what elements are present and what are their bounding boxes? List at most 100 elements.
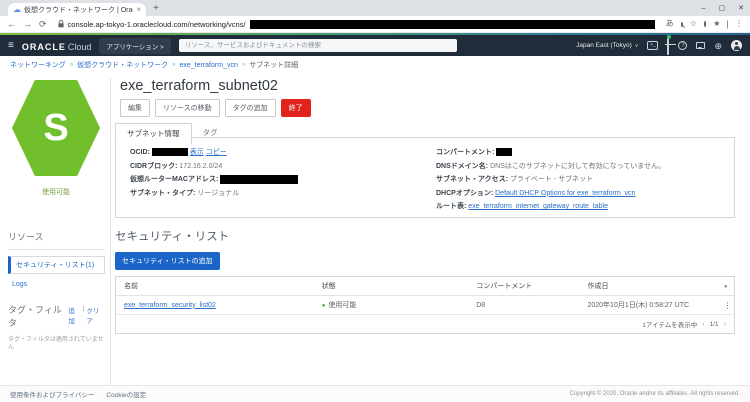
header-created[interactable]: 作成日 [579,277,715,295]
sort-caret-icon[interactable]: ▼ [715,280,734,293]
row-menu-icon[interactable]: ⋮ [715,297,734,314]
add-security-list-button[interactable]: セキュリティ・リストの追加 [115,252,220,270]
brand-cloud: Cloud [68,42,92,52]
sidebar-divider [110,78,111,385]
entity-icon-block: S 使用可能 [11,80,101,197]
details-left-column: OCID: 表示 コピー CIDRブロック: 172.16.2.0/24 仮想ル… [130,146,426,209]
oci-top-nav: ≡ ORACLECloud アプリケーション > Japan East (Tok… [0,35,750,56]
table-row: exe_terraform_security_list02 ●使用可能 D8 2… [116,296,734,315]
language-globe-icon[interactable]: ⊕ [714,41,722,51]
move-resource-button[interactable]: リソースの移動 [155,99,220,117]
header-name[interactable]: 名前 [116,277,314,295]
back-icon[interactable]: ← [7,20,16,29]
page-next-icon[interactable]: › [724,321,726,328]
hexagon-letter: S [43,107,68,150]
url-field[interactable]: console.ap-tokyo-1.oraclecloud.com/netwo… [54,18,659,31]
add-tags-button[interactable]: タグの追加 [225,99,276,117]
resources-sidebar: リソース セキュリティ・リスト(1) Logs タグ・フィルタ 追加 | クリア… [8,230,105,352]
breadcrumb-vcn[interactable]: exe_terraform_vcn [179,62,237,69]
pinned-extension-icon[interactable]: ★ [713,19,720,29]
edit-button[interactable]: 編集 [120,99,150,117]
tab-subnet-info[interactable]: サブネット情報 [115,123,192,144]
tag-clear-link[interactable]: クリア [86,305,105,325]
hamburger-menu-icon[interactable]: ≡ [8,41,14,51]
bookmark-star-icon[interactable]: ☆ [690,19,697,29]
ocid-row: OCID: 表示 コピー [130,146,426,160]
terms-privacy-link[interactable]: 使用条件およびプライバシー [10,389,94,399]
window-controls: – ▢ ✕ [702,0,744,16]
table-pagination: 1アイテムを表示中 ‹ 1/1 › [116,315,734,333]
zoom-icon[interactable] [681,22,683,27]
feedback-chat-icon[interactable] [696,42,705,49]
redacted-url-segment [250,20,655,29]
applications-button[interactable]: アプリケーション > [99,38,170,54]
created-cell: 2020年10月1日(木) 0:58:27 UTC [579,296,715,314]
chevron-down-icon: ∨ [635,43,639,49]
items-showing-text: 1アイテムを表示中 [642,319,697,329]
console-search-input[interactable] [179,39,457,52]
cookie-settings-link[interactable]: Cookieの設定 [106,389,146,399]
subnet-access-label: サブネット・アクセス: [436,176,508,183]
browser-profile-avatar[interactable] [727,20,728,29]
tab-tags[interactable]: タグ [192,123,229,144]
breadcrumb: ネットワーキング » 仮想クラウド・ネットワーク » exe_terraform… [10,60,298,70]
extension-icon[interactable] [704,21,706,27]
terminate-button[interactable]: 終了 [281,99,311,117]
security-list-link[interactable]: exe_terraform_security_list02 [124,302,216,309]
window-close-button[interactable]: ✕ [738,4,744,12]
subnet-hexagon-icon: S [12,80,100,176]
oracle-cloud-logo[interactable]: ORACLECloud [22,37,92,55]
mac-label: 仮想ルーターMACアドレス: [130,176,218,183]
redacted-ocid [152,148,188,156]
table-header-row: 名前 状態 コンパートメント 作成日 ▼ [116,277,734,296]
dhcp-options-link[interactable]: Default DHCP Options for exe_terraform_v… [495,190,635,197]
status-text: 使用可能 [328,302,356,309]
subnet-type-value: リージョナル [197,190,239,197]
security-lists-title: セキュリティ・リスト [115,228,735,244]
copyright-text: Copyright © 2020, Oracle and/or its affi… [570,391,740,397]
header-status[interactable]: 状態 [314,277,469,295]
ocid-copy-link[interactable]: コピー [206,149,227,156]
cloud-shell-icon[interactable]: >_ [647,41,658,50]
security-lists-table: 名前 状態 コンパートメント 作成日 ▼ exe_terraform_secur… [115,276,735,334]
help-icon[interactable]: ? [678,41,687,50]
status-cell: ●使用可能 [314,296,469,314]
tag-links-separator: | [83,305,85,325]
resources-title: リソース [8,230,105,243]
subnet-type-label: サブネット・タイプ: [130,190,195,197]
breadcrumb-separator: » [70,62,73,68]
sidebar-item-security-lists[interactable]: セキュリティ・リスト(1) [8,256,105,274]
window-minimize-button[interactable]: – [702,5,706,12]
tag-filter-header: タグ・フィルタ 追加 | クリア [8,303,105,329]
reload-icon[interactable]: ⟳ [39,20,47,29]
console-footer: 使用条件およびプライバシー Cookieの設定 Copyright © 2020… [0,385,750,402]
browser-tab-bar: ☁ 仮想クラウド・ネットワーク | Oracle C × + – ▢ ✕ [0,0,750,16]
announcements-bell-icon[interactable] [667,37,669,55]
window-maximize-button[interactable]: ▢ [719,4,726,12]
route-table-label: ルート表: [436,203,466,210]
user-avatar[interactable] [731,40,742,51]
sidebar-item-logs[interactable]: Logs [12,281,105,288]
forward-icon[interactable]: → [23,20,32,29]
dhcp-label: DHCPオプション: [436,190,493,197]
header-compartment[interactable]: コンパートメント [468,277,579,295]
browser-tab[interactable]: ☁ 仮想クラウド・ネットワーク | Oracle C × [8,3,146,16]
lock-icon [58,15,64,33]
breadcrumb-networking[interactable]: ネットワーキング [10,60,66,70]
browser-menu-icon[interactable]: ⋮ [735,19,743,29]
ocid-show-link[interactable]: 表示 [190,149,204,156]
breadcrumb-vcn-list[interactable]: 仮想クラウド・ネットワーク [77,60,168,70]
subnet-info-panel: OCID: 表示 コピー CIDRブロック: 172.16.2.0/24 仮想ル… [115,137,735,218]
tag-add-link[interactable]: 追加 [68,305,80,325]
translate-icon[interactable]: あ [666,19,674,29]
page-prev-icon[interactable]: ‹ [702,321,704,328]
route-table-link[interactable]: exe_terraform_internet_gateway_route_tab… [468,203,608,210]
subnet-access-value: プライベート - サブネット [510,176,593,183]
detail-tabs: サブネット情報 タグ [115,123,229,144]
details-right-column: コンパートメント: DNSドメイン名: DNSはこのサブネットに対して有効になっ… [436,146,720,209]
cidr-value: 172.16.2.0/24 [179,163,222,170]
tab-close-icon[interactable]: × [136,5,141,14]
region-selector[interactable]: Japan East (Tokyo)∨ [576,42,638,49]
new-tab-button[interactable]: + [153,2,159,15]
subnet-access-row: サブネット・アクセス: プライベート - サブネット [436,173,720,187]
